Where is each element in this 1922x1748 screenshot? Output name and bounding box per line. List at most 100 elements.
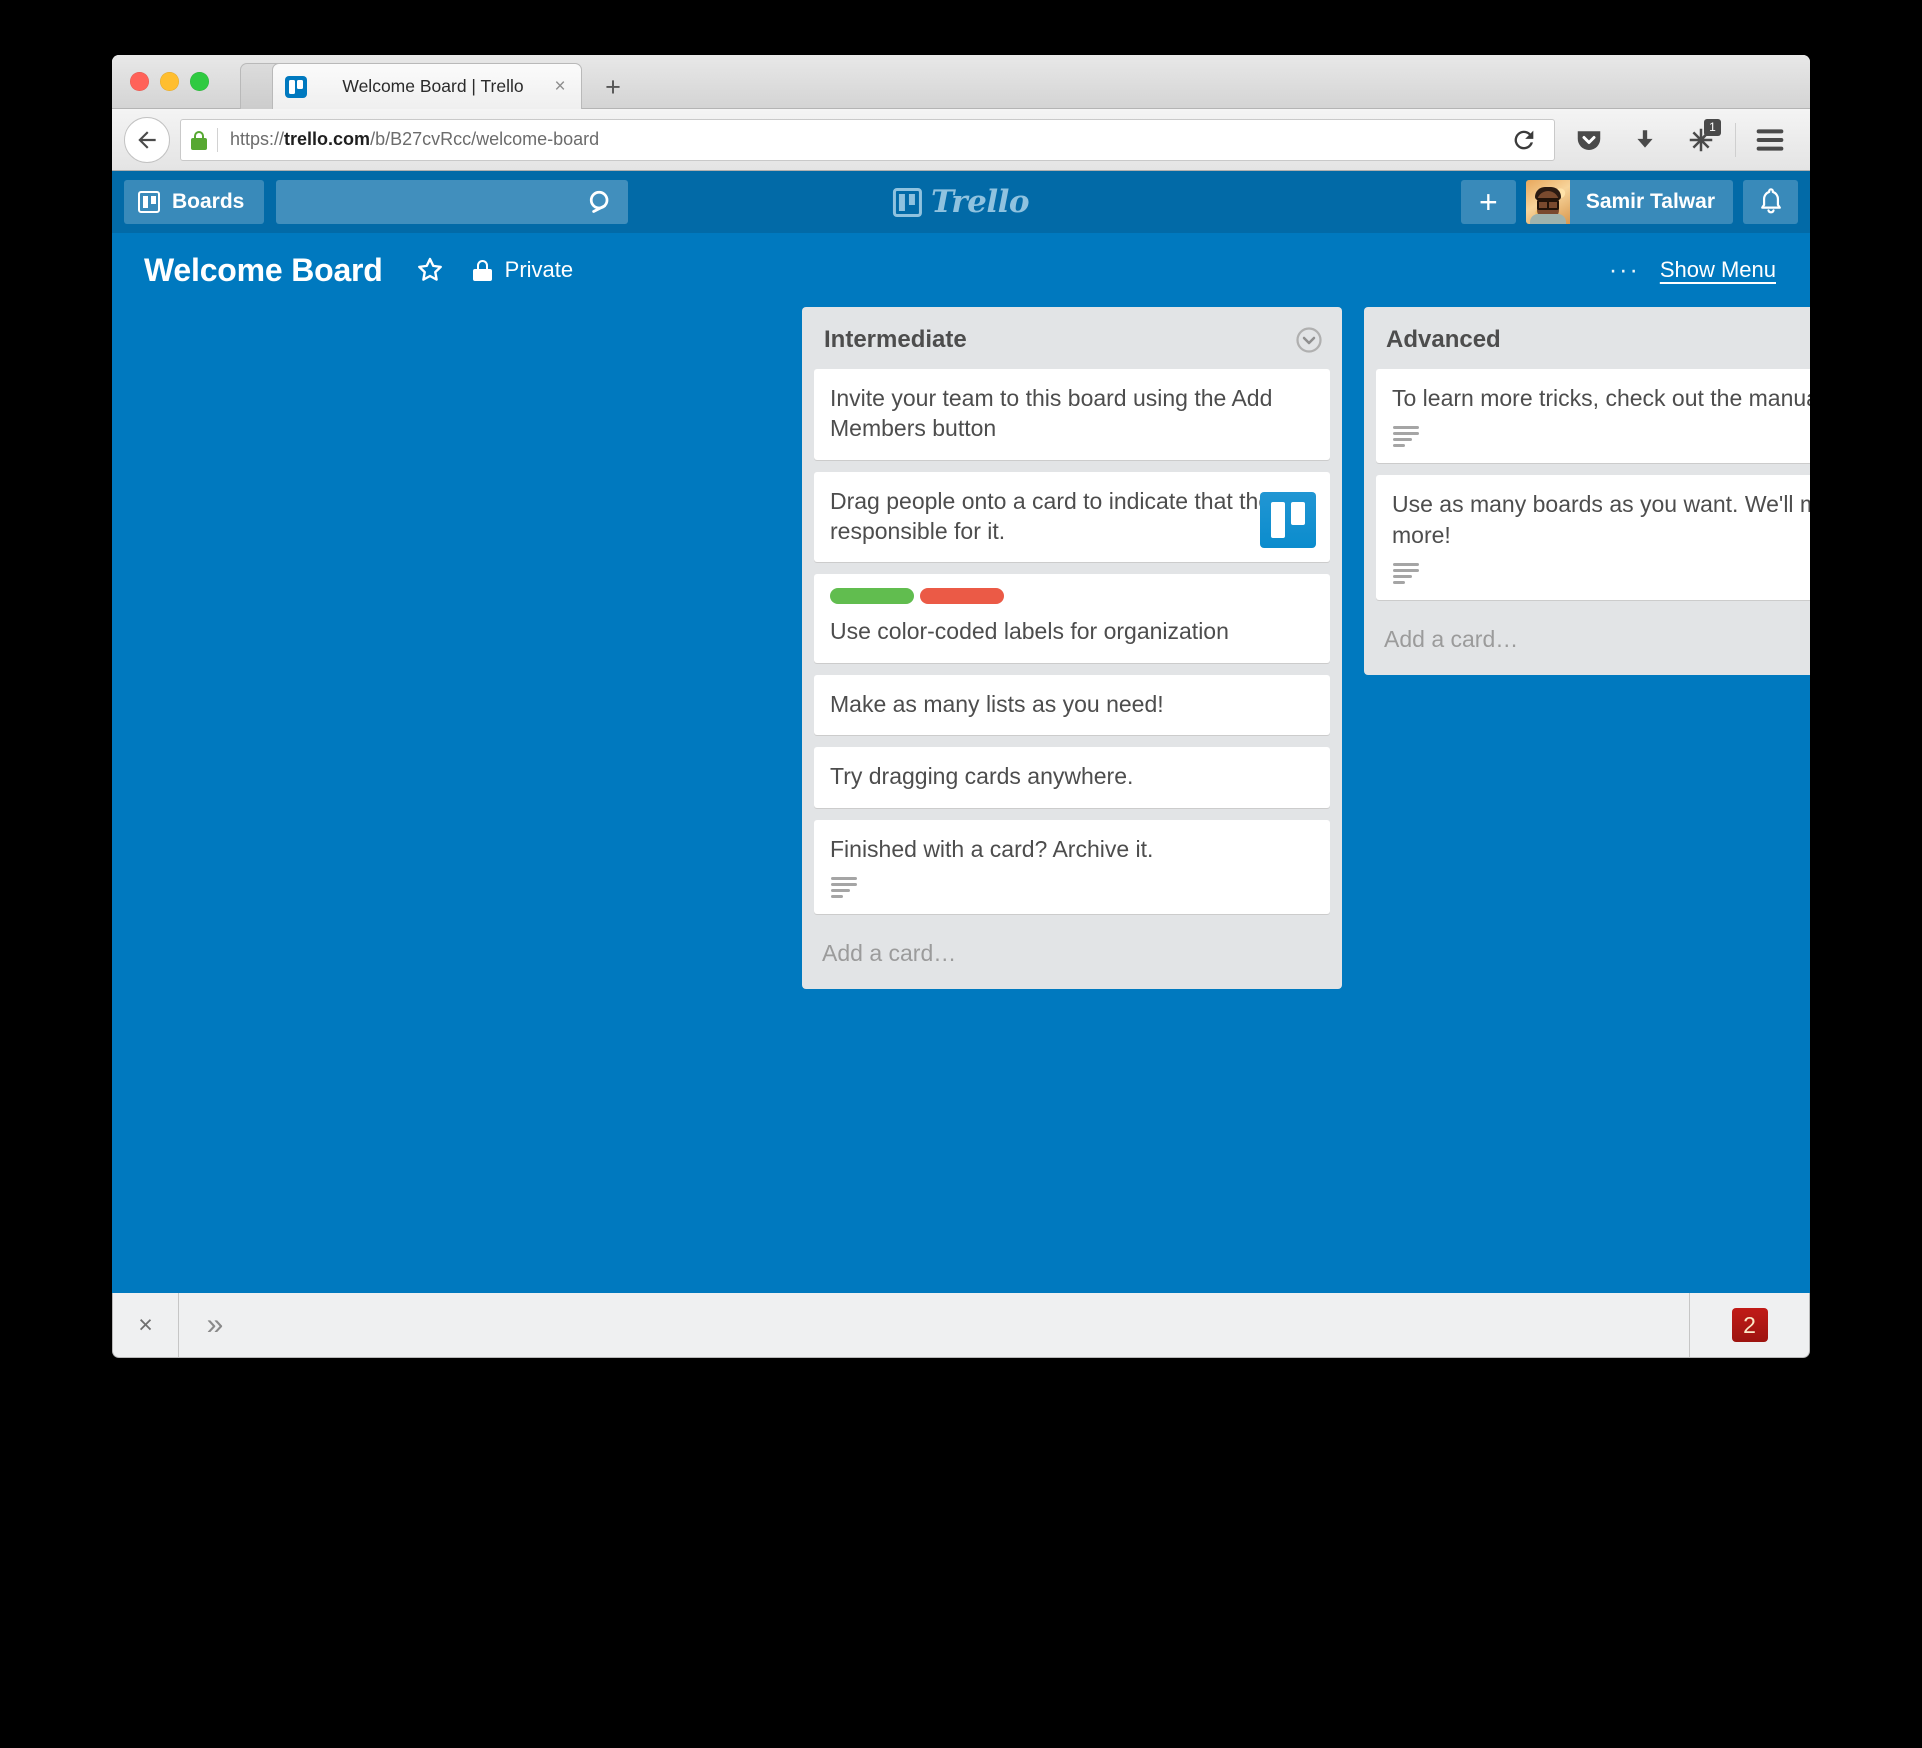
card-label[interactable] [920, 588, 1004, 605]
url-path: /b/B27cvRcc/welcome-board [370, 129, 600, 149]
hamburger-menu-button[interactable] [1742, 115, 1798, 165]
card-title: Finished with a card? Archive it. [830, 835, 1154, 862]
star-board-button[interactable] [413, 253, 447, 287]
bell-icon [1760, 188, 1781, 214]
description-icon [1393, 563, 1419, 585]
extension-count-badge: 1 [1704, 118, 1721, 136]
card[interactable]: Make as many lists as you need! [814, 674, 1330, 736]
card[interactable]: To learn more tricks, check out the manu… [1376, 369, 1810, 464]
card-title: Invite your team to this board using the… [830, 385, 1273, 442]
add-card-button[interactable]: Add a card… [802, 926, 1342, 985]
url-scheme: https:// [230, 129, 285, 149]
card-title: Use as many boards as you want. We'll ma… [1392, 491, 1810, 548]
card[interactable]: Finished with a card? Archive it. [814, 819, 1330, 914]
browser-tab[interactable]: Welcome Board | Trello × [272, 63, 582, 109]
window-controls [130, 72, 209, 91]
close-tab-icon[interactable]: × [549, 77, 571, 96]
board-title: Welcome Board [144, 251, 383, 288]
developer-toolbar: × » 2 [112, 1293, 1810, 1358]
browser-toolbar-icons: 1 [1561, 115, 1798, 165]
card[interactable]: Use as many boards as you want. We'll ma… [1376, 475, 1810, 601]
search-input[interactable] [288, 191, 587, 213]
lock-icon [472, 259, 492, 281]
trello-logo-text: Trello [930, 184, 1030, 220]
url-host: trello.com [284, 129, 371, 149]
command-line-input[interactable] [251, 1293, 1689, 1357]
avatar [1525, 180, 1570, 224]
maximize-window-button[interactable] [190, 72, 209, 91]
trello-favicon-icon [285, 75, 307, 98]
card-title: Use color-coded labels for organization [830, 618, 1229, 645]
board-visibility-button[interactable]: Private [472, 257, 574, 283]
list-header: Intermediate [802, 307, 1342, 369]
extension-button[interactable]: 1 [1673, 115, 1729, 165]
error-count-badge: 2 [1731, 1308, 1768, 1342]
tab-title: Welcome Board | Trello [342, 76, 524, 96]
error-count-button[interactable]: 2 [1689, 1293, 1809, 1357]
list-header: Advanced [1364, 307, 1810, 369]
board-header: Welcome Board Private ··· Show Menu [112, 233, 1810, 307]
star-icon [417, 257, 442, 281]
toolbar-divider [1735, 122, 1736, 157]
download-arrow-icon [1637, 129, 1653, 148]
card-title: Try dragging cards anywhere. [830, 763, 1134, 790]
card[interactable]: Use color-coded labels for organization [814, 574, 1330, 663]
notifications-button[interactable] [1743, 180, 1798, 224]
command-line-chevron-icon[interactable]: » [179, 1293, 251, 1357]
back-button[interactable] [124, 116, 170, 163]
close-toolbar-button[interactable]: × [113, 1293, 179, 1357]
show-menu-label: Show Menu [1659, 257, 1776, 282]
card-badges [830, 876, 1314, 898]
pocket-icon [1577, 130, 1601, 150]
search-box[interactable] [276, 180, 629, 224]
minimize-window-button[interactable] [160, 72, 179, 91]
boards-button[interactable]: Boards [124, 180, 265, 224]
description-icon [831, 876, 857, 898]
description-icon [1393, 426, 1419, 448]
back-arrow-icon [138, 130, 156, 149]
boards-button-label: Boards [172, 190, 245, 213]
list-title[interactable]: Advanced [1386, 326, 1810, 354]
trello-top-bar: Boards Trello + Samir Talwar [112, 171, 1810, 233]
list-title[interactable]: Intermediate [824, 326, 1294, 354]
show-menu-button[interactable]: ··· Show Menu [1609, 257, 1776, 283]
card-labels [830, 588, 1314, 605]
list-menu-button[interactable] [1294, 325, 1324, 355]
boards-icon [138, 191, 160, 213]
pocket-button[interactable] [1561, 115, 1617, 165]
browser-tab-strip: Welcome Board | Trello × + [112, 55, 1810, 109]
browser-navigation-bar: https://trello.com/b/B27cvRcc/welcome-bo… [112, 109, 1810, 171]
list: Advanced To learn more tricks, check out … [1364, 307, 1810, 676]
card-member-avatar[interactable] [1260, 492, 1316, 549]
url-bar[interactable]: https://trello.com/b/B27cvRcc/welcome-bo… [180, 118, 1555, 161]
card-label[interactable] [830, 588, 914, 605]
list-container: Intermediate Invite your team to this boa… [112, 307, 1810, 989]
trello-logo[interactable]: Trello [892, 184, 1030, 220]
board-visibility-label: Private [504, 257, 574, 282]
add-card-button[interactable]: Add a card… [1364, 612, 1810, 671]
new-tab-button[interactable]: + [592, 69, 634, 107]
search-icon [590, 190, 609, 213]
browser-window: Welcome Board | Trello × + https://trell… [112, 55, 1810, 1293]
url-text: https://trello.com/b/B27cvRcc/welcome-bo… [230, 129, 1500, 150]
trello-header-right: + Samir Talwar [1460, 180, 1798, 224]
board-canvas: Welcome Board Private ··· Show Menu Inte… [112, 233, 1810, 1293]
board-menu-dots-icon: ··· [1608, 255, 1640, 284]
hamburger-menu-icon [1756, 128, 1784, 151]
close-window-button[interactable] [130, 72, 149, 91]
card[interactable]: Invite your team to this board using the… [814, 369, 1330, 460]
card-title: To learn more tricks, check out the manu… [1392, 385, 1810, 411]
chevron-down-icon [1296, 327, 1322, 353]
downloads-button[interactable] [1617, 115, 1673, 165]
reload-button[interactable] [1500, 119, 1548, 160]
card-badges [1392, 562, 1810, 585]
add-button[interactable]: + [1460, 180, 1516, 224]
card[interactable]: Try dragging cards anywhere. [814, 747, 1330, 808]
ssl-lock-icon [191, 130, 207, 150]
card[interactable]: Drag people onto a card to indicate that… [814, 471, 1330, 563]
list: Intermediate Invite your team to this boa… [802, 307, 1342, 989]
reload-icon [1514, 130, 1534, 149]
card-title: Make as many lists as you need! [830, 690, 1164, 717]
member-menu[interactable]: Samir Talwar [1525, 180, 1733, 224]
member-name: Samir Talwar [1585, 190, 1715, 213]
